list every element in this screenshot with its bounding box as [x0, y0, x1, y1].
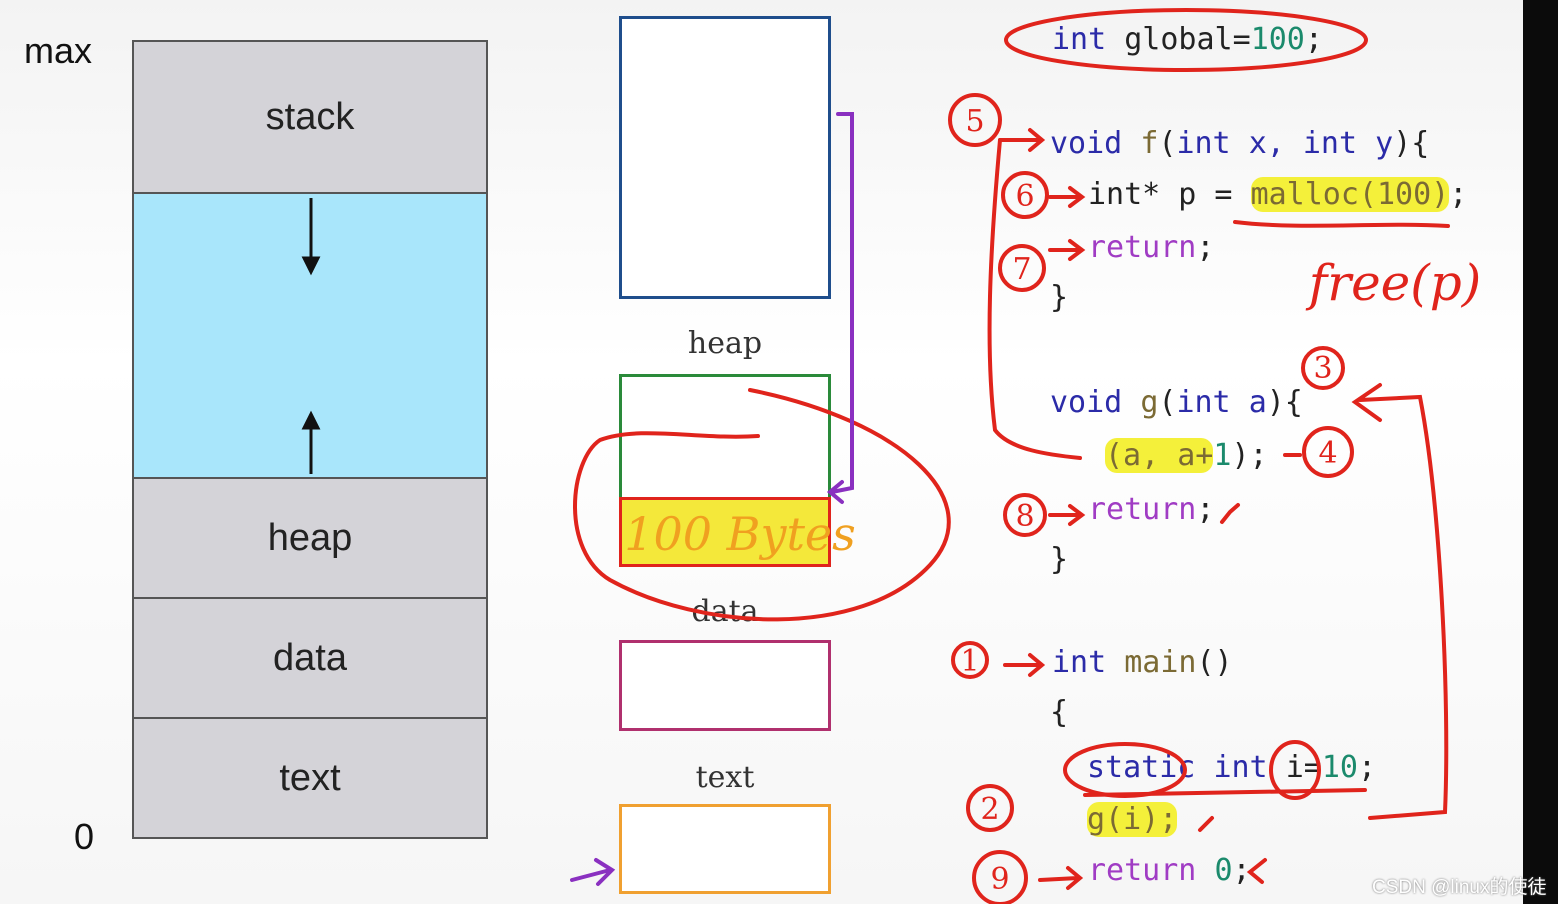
heap-note: 100 Bytes [624, 507, 856, 561]
step-6: 6 [1015, 179, 1034, 214]
free-note: free(p) [1305, 254, 1482, 312]
arrow-head-down-icon [301, 256, 321, 276]
global-circle [1004, 8, 1368, 72]
arrow-head-up-icon [301, 410, 321, 430]
video-edge-bar [1523, 0, 1558, 904]
annotation-layer: 5 6 7 3 4 8 1 2 9 free(p) 100 Bytes [301, 8, 1482, 904]
step-1: 1 [960, 644, 979, 679]
watermark: CSDN @linux的使徒 [1372, 877, 1547, 898]
step-5: 5 [965, 104, 984, 139]
heap-circle [573, 388, 951, 622]
step-7: 7 [1012, 252, 1031, 287]
step-3: 3 [1313, 351, 1332, 386]
step-4: 4 [1318, 436, 1337, 471]
step-8: 8 [1015, 499, 1034, 534]
step-9: 9 [990, 862, 1009, 897]
step-2: 2 [980, 792, 999, 827]
